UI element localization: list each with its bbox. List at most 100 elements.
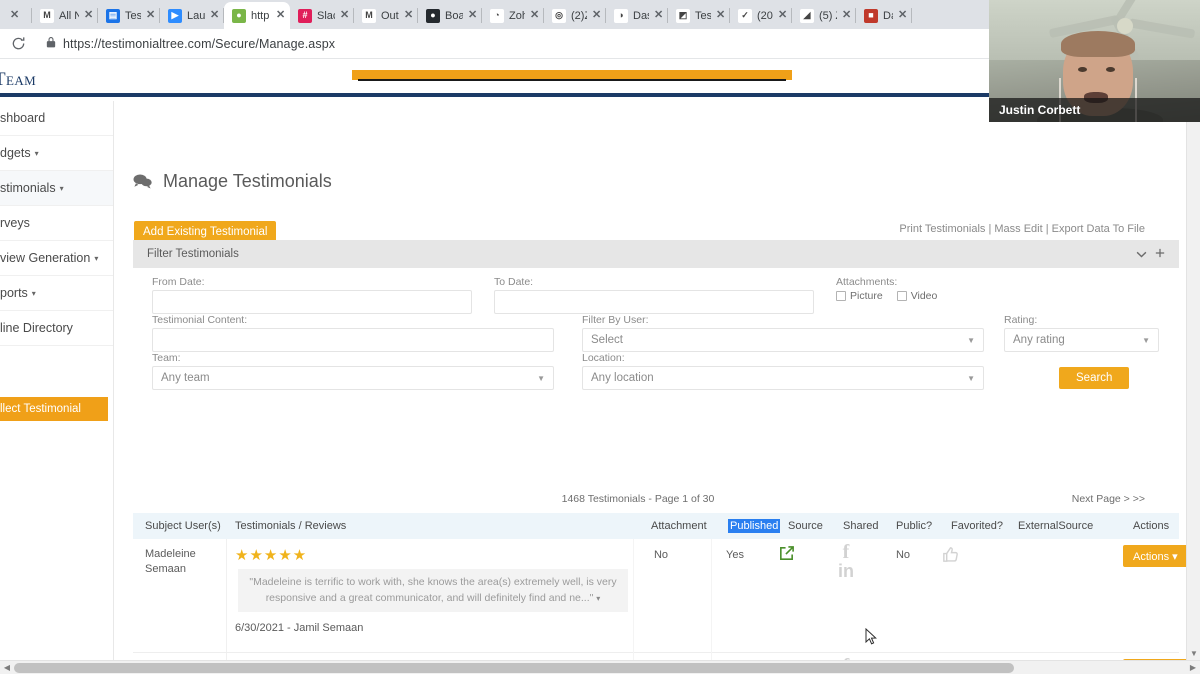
row-date-author: 6/30/2021 - Jamil Semaan <box>235 622 363 634</box>
sidebar-item-label: ports <box>0 286 28 300</box>
linkedin-icon[interactable]: in <box>833 562 859 581</box>
filter-by-user-select[interactable]: Select ▼ <box>582 328 984 352</box>
close-icon[interactable]: ✕ <box>778 10 788 21</box>
horizontal-scrollbar[interactable]: ◀ ▶ <box>0 660 1200 674</box>
picture-checkbox[interactable]: Picture <box>836 290 883 302</box>
sidebar-collect-testimonial-button[interactable]: llect Testimonial <box>0 397 108 421</box>
browser-tab[interactable]: ▶Laun✕ <box>160 2 224 29</box>
browser-tab[interactable]: ✓(20)✕ <box>730 2 792 29</box>
sidebar-item-shboard[interactable]: shboard <box>0 101 113 136</box>
column-header-externalsource[interactable]: ExternalSource <box>1018 520 1093 532</box>
reload-icon[interactable] <box>8 34 28 54</box>
column-header-actions[interactable]: Actions <box>1133 520 1169 532</box>
person-hair <box>1061 31 1135 57</box>
sidebar-item-label: line Directory <box>0 321 73 335</box>
close-icon[interactable]: ✕ <box>592 10 602 21</box>
column-header-public[interactable]: Public? <box>896 520 932 532</box>
close-icon[interactable]: ✕ <box>84 10 94 21</box>
close-icon[interactable]: ✕ <box>146 10 156 21</box>
scroll-left-arrow-icon[interactable]: ◀ <box>0 661 14 675</box>
shared-icons[interactable]: fin <box>833 543 859 581</box>
column-header-favorited[interactable]: Favorited? <box>951 520 1003 532</box>
thumbs-up-icon[interactable] <box>941 545 960 569</box>
to-date-input[interactable] <box>494 290 814 314</box>
browser-tab[interactable]: ◑Das✕ <box>606 2 668 29</box>
leaf-icon: ◢ <box>800 9 814 23</box>
sidebar-item-rveys[interactable]: rveys <box>0 206 113 241</box>
facebook-icon[interactable]: f <box>833 543 859 562</box>
column-header-subject[interactable]: Subject User(s) <box>145 520 221 532</box>
browser-tab[interactable]: ●Boa✕ <box>418 2 482 29</box>
team-select[interactable]: Any team ▼ <box>152 366 554 390</box>
video-checkbox[interactable]: Video <box>897 290 938 302</box>
sidebar-item-dgets[interactable]: dgets▾ <box>0 136 113 171</box>
column-header-published[interactable]: Published <box>728 519 780 533</box>
row-public: No <box>886 549 920 561</box>
row-quote[interactable]: "Madeleine is terrific to work with, she… <box>238 569 628 612</box>
close-icon[interactable]: ✕ <box>898 10 908 21</box>
link-separator: | <box>1043 223 1052 235</box>
chevron-down-icon[interactable] <box>1136 247 1147 261</box>
testimonial-content-input[interactable] <box>152 328 554 352</box>
close-icon[interactable]: ✕ <box>340 10 350 21</box>
browser-tab[interactable]: #Slac✕ <box>290 2 354 29</box>
browser-tab-label: (2)Z <box>571 10 587 22</box>
table-row[interactable]: Madeleine Semaan★★★★★"Madeleine is terri… <box>133 539 1179 653</box>
browser-tab[interactable]: ◔Zoh✕ <box>482 2 544 29</box>
location-select[interactable]: Any location ▼ <box>582 366 984 390</box>
sidebar-item-label: rveys <box>0 216 30 230</box>
close-icon[interactable]: ✕ <box>654 10 664 21</box>
close-icon[interactable]: ✕ <box>530 10 540 21</box>
row-quote-text: "Madeleine is terrific to work with, she… <box>249 576 616 604</box>
plus-icon[interactable] <box>1155 247 1165 261</box>
rating-select[interactable]: Any rating ▼ <box>1004 328 1159 352</box>
browser-tab[interactable]: ▤Test✕ <box>98 2 160 29</box>
header-banner-underline <box>358 79 786 81</box>
close-icon[interactable]: ✕ <box>210 10 220 21</box>
sidebar-item-stimonials[interactable]: stimonials▾ <box>0 171 113 206</box>
browser-tab[interactable]: MAll N✕ <box>32 2 98 29</box>
results-table-header: Subject User(s) Testimonials / Reviews Att… <box>133 513 1179 539</box>
top-link-printtestimonials[interactable]: Print Testimonials <box>899 223 985 235</box>
close-icon[interactable]: ✕ <box>404 10 414 21</box>
column-header-shared[interactable]: Shared <box>843 520 878 532</box>
dashboard-icon: ◑ <box>614 9 628 23</box>
close-icon[interactable]: ✕ <box>468 10 478 21</box>
browser-tab[interactable]: ●http✕ <box>224 2 290 29</box>
webcam-overlay[interactable]: Justin Corbett <box>989 0 1200 122</box>
browser-tab[interactable]: MOut✕ <box>354 2 418 29</box>
sidebar-item-linedirectory[interactable]: line Directory <box>0 311 113 346</box>
browser-tab-label: All N <box>59 10 79 22</box>
close-icon[interactable]: ✕ <box>10 10 20 21</box>
browser-tab[interactable]: ◩Test✕ <box>668 2 730 29</box>
row-actions-button[interactable]: Actions ▾ <box>1123 545 1188 567</box>
close-icon[interactable]: ✕ <box>716 10 726 21</box>
sidebar-item-ports[interactable]: ports▾ <box>0 276 113 311</box>
horizontal-scrollbar-thumb[interactable] <box>14 663 1014 673</box>
external-link-icon[interactable] <box>778 545 795 567</box>
top-link-massedit[interactable]: Mass Edit <box>994 223 1042 235</box>
close-icon[interactable]: ✕ <box>842 10 852 21</box>
column-header-testimonials[interactable]: Testimonials / Reviews <box>235 520 346 532</box>
from-date-input[interactable] <box>152 290 472 314</box>
browser-tab[interactable]: ✕ <box>2 2 32 29</box>
top-link-exportdatatofile[interactable]: Export Data To File <box>1052 223 1145 235</box>
zoom-icon: ▶ <box>168 9 182 23</box>
browser-tab[interactable]: ◢(5) Z✕ <box>792 2 856 29</box>
web-page: Team shboarddgets▾stimonials▾rveysview G… <box>0 60 1190 660</box>
column-header-attachment[interactable]: Attachment <box>651 520 707 532</box>
browser-tab[interactable]: ◎(2)Z✕ <box>544 2 606 29</box>
filter-panel-header[interactable]: Filter Testimonials <box>133 240 1179 268</box>
sidebar-item-viewgeneration[interactable]: view Generation▾ <box>0 241 113 276</box>
table-row[interactable]: Albert Soto Team★★★★★"Karina Rodriguez w… <box>133 653 1179 660</box>
close-icon[interactable]: ✕ <box>276 10 286 21</box>
column-header-source[interactable]: Source <box>788 520 823 532</box>
scroll-right-arrow-icon[interactable]: ▶ <box>1186 661 1200 675</box>
scroll-down-arrow-icon[interactable]: ▼ <box>1187 649 1200 658</box>
vertical-scrollbar[interactable]: ▼ <box>1186 59 1200 660</box>
next-page-link[interactable]: Next Page > >> <box>1072 493 1145 505</box>
browser-tab[interactable]: ■Da✕ <box>856 2 912 29</box>
search-button[interactable]: Search <box>1059 367 1129 389</box>
chevron-down-icon: ▼ <box>967 336 975 345</box>
to-date-label: To Date: <box>494 276 533 288</box>
